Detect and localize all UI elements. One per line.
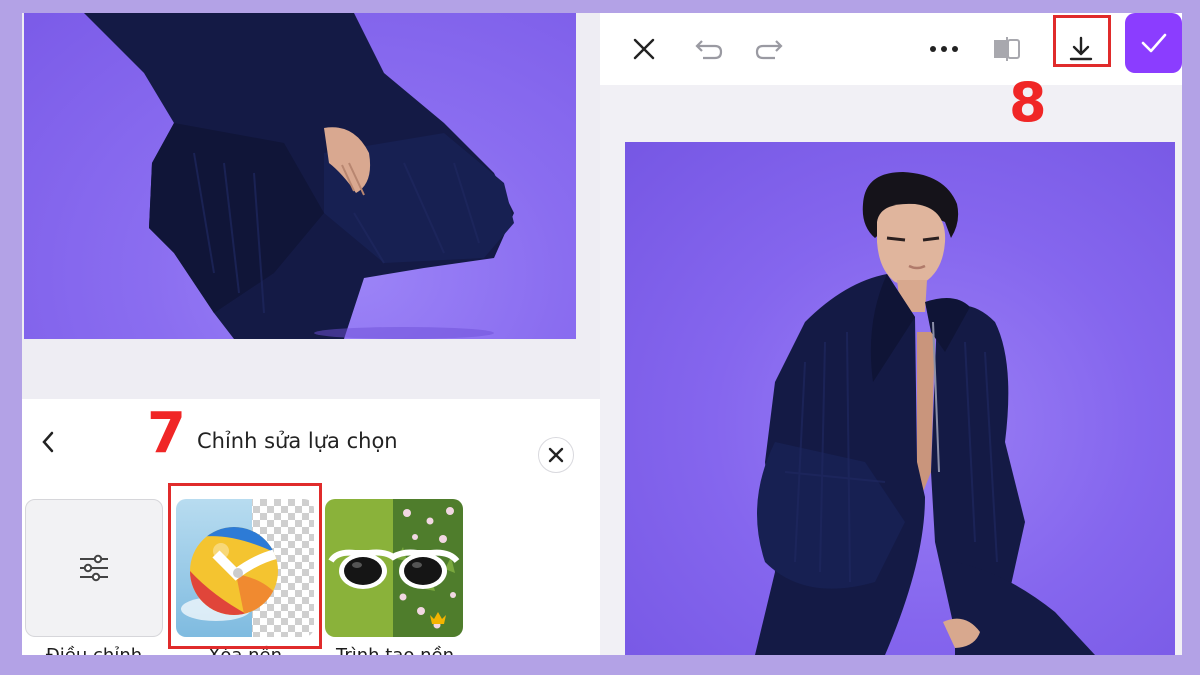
adjust-option[interactable] [25,499,163,637]
undo-icon [695,40,723,60]
photo-preview-cropped [24,13,576,339]
right-screenshot: 8 [600,13,1182,655]
left-screenshot: Chỉnh sửa lựa chọn Điều chỉnh [22,13,600,655]
compare-icon [994,37,1020,61]
compare-button[interactable] [985,27,1029,71]
check-icon [1141,33,1166,53]
background-generator-option[interactable] [325,499,463,637]
confirm-button[interactable] [1125,13,1182,73]
sheet-title: Chỉnh sửa lựa chọn [197,429,398,453]
photo-preview-edited [625,142,1175,655]
adjust-option-label: Điều chỉnh [22,645,169,655]
close-icon [633,38,655,60]
chevron-left-icon [42,431,54,453]
step-7-annotation: 7 [147,401,186,466]
close-editor-button[interactable] [622,27,666,71]
background-generator-label: Trình tạo nền [320,645,470,655]
redo-button[interactable] [748,27,792,71]
more-options-button[interactable] [922,27,966,71]
sliders-icon [80,554,108,582]
close-sheet-button[interactable] [538,437,574,473]
close-icon [548,447,564,463]
back-button[interactable] [36,427,60,457]
more-icon [930,46,958,52]
edit-selection-sheet: Chỉnh sửa lựa chọn Điều chỉnh [22,399,600,655]
undo-button[interactable] [686,27,730,71]
redo-icon [755,40,783,60]
crown-icon [430,612,446,624]
highlight-remove-background [168,483,322,649]
editor-toolbar [600,13,1182,85]
highlight-download [1053,15,1111,67]
step-8-annotation: 8 [1009,71,1047,134]
